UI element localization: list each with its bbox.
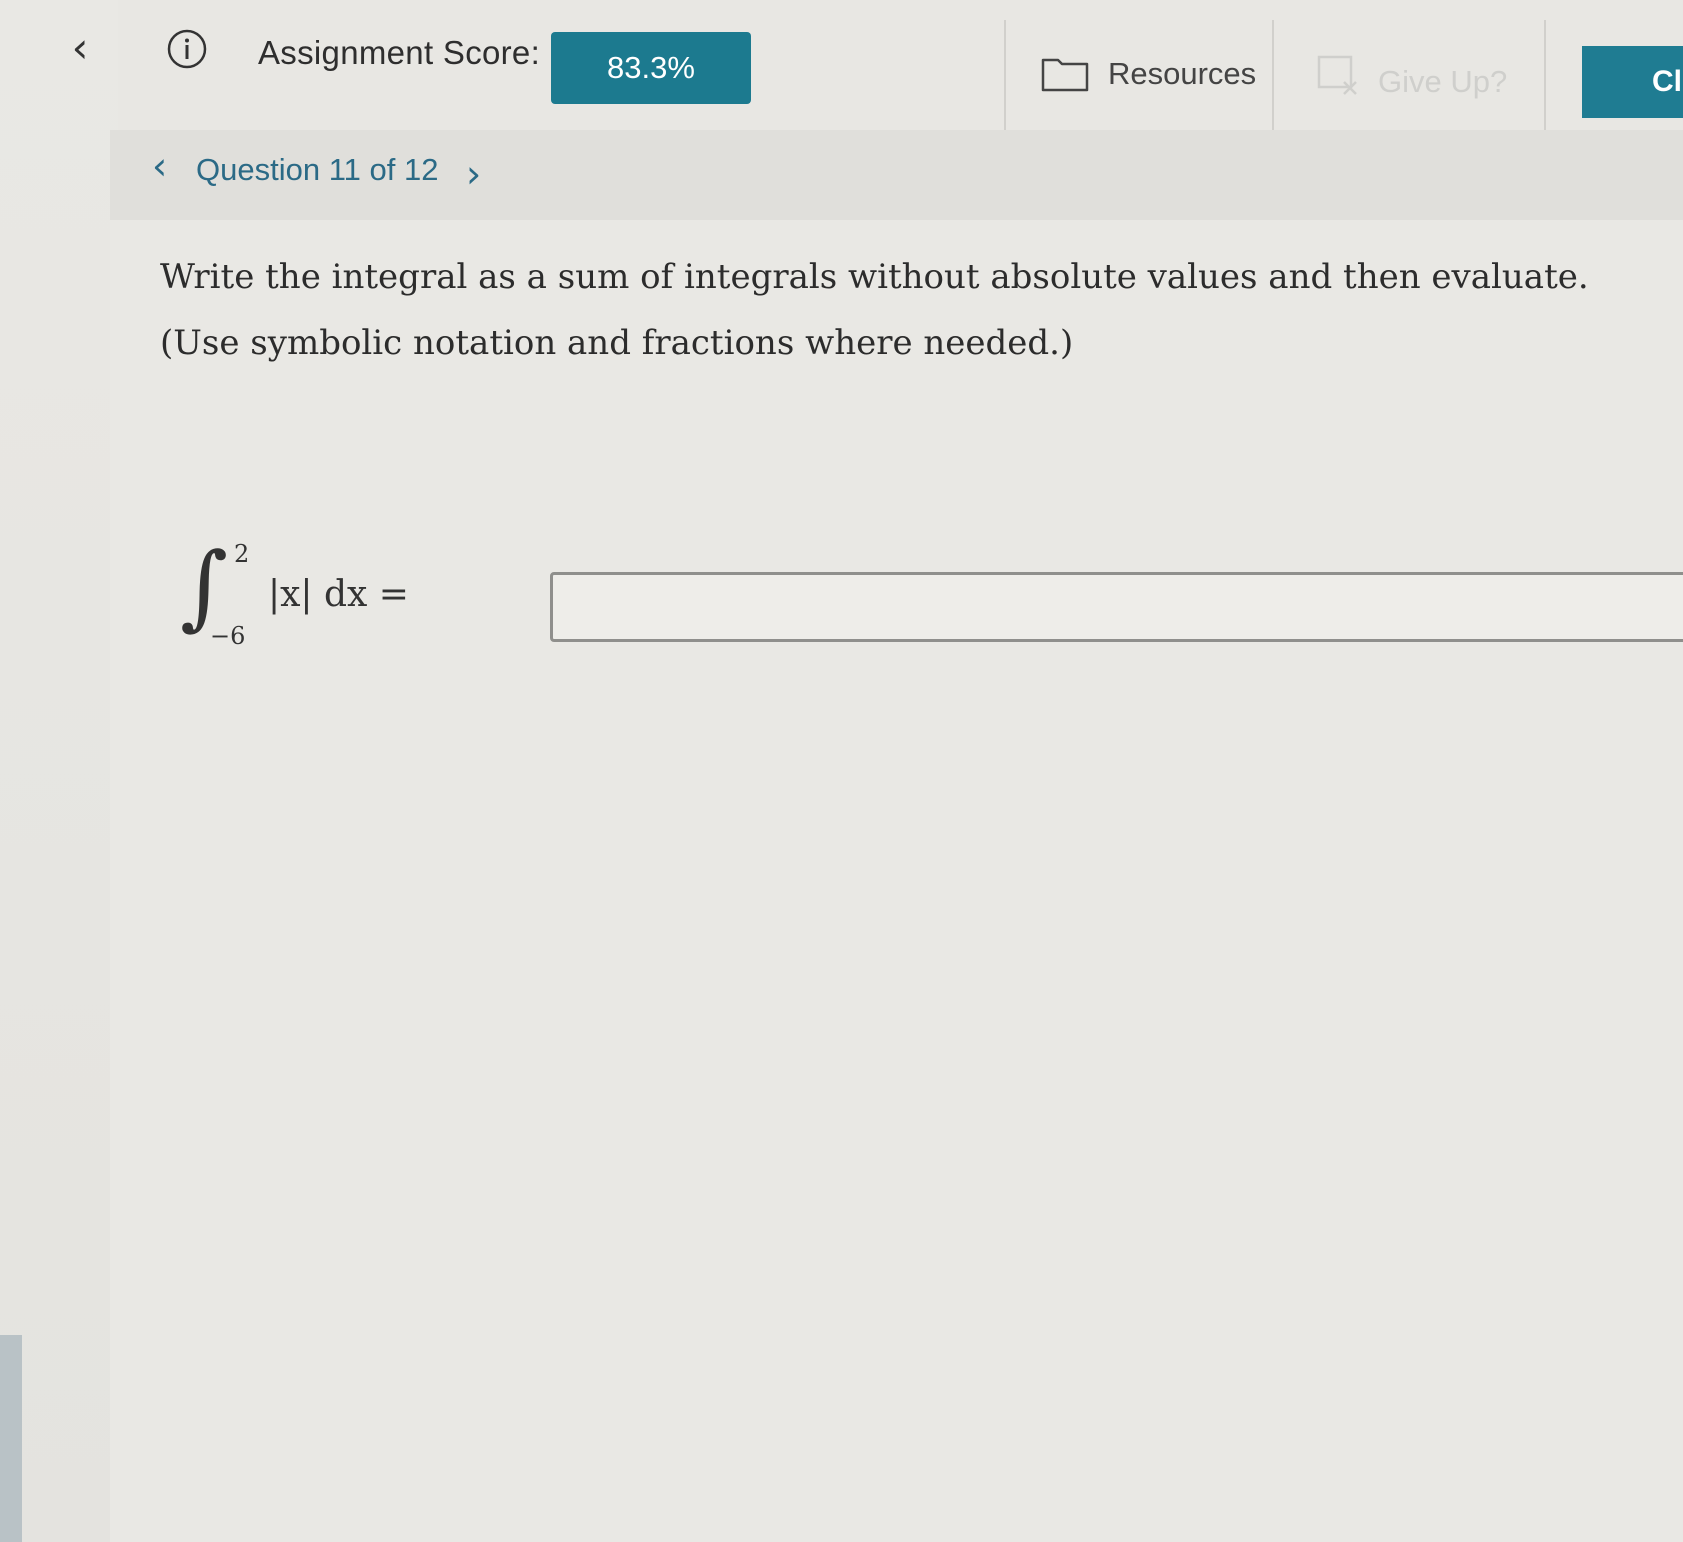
question-content: Write the integral as a sum of integrals… xyxy=(110,220,1683,1542)
integrand: |x| dx = xyxy=(268,574,409,615)
assignment-score-label: Assignment Score: xyxy=(258,34,541,71)
assignment-score-badge: 83.3% xyxy=(551,32,751,104)
info-circle-icon[interactable] xyxy=(166,28,207,69)
give-up-label: Give Up? xyxy=(1378,64,1508,99)
toolbar-divider xyxy=(1272,20,1274,132)
chevron-left-icon[interactable]: ‹ xyxy=(60,27,100,69)
left-rail xyxy=(0,0,119,1542)
resources-label: Resources xyxy=(1108,56,1257,91)
folder-icon xyxy=(1040,54,1090,94)
integral-lower-limit: −6 xyxy=(210,622,246,650)
chevron-left-icon[interactable]: ‹ xyxy=(152,144,167,188)
answer-input[interactable] xyxy=(550,572,1683,642)
check-answer-button[interactable]: Cl xyxy=(1582,46,1683,118)
rail-accent xyxy=(0,1335,22,1542)
question-navigation: ‹ Question 11 of 12 › xyxy=(110,130,1683,220)
toolbar-divider xyxy=(1544,20,1546,132)
question-prompt: Write the integral as a sum of integrals… xyxy=(160,244,1589,376)
top-toolbar: Assignment Score: 83.3% Resources Give U… xyxy=(118,0,1683,132)
toolbar-divider xyxy=(1004,20,1006,132)
prompt-line-1: Write the integral as a sum of integrals… xyxy=(160,257,1589,297)
chevron-right-icon[interactable]: › xyxy=(466,152,481,196)
question-counter: Question 11 of 12 xyxy=(196,152,439,187)
prompt-line-2: (Use symbolic notation and fractions whe… xyxy=(160,323,1074,363)
integral-upper-limit: 2 xyxy=(234,540,250,568)
integral-expression: ∫ 2 −6 |x| dx = xyxy=(180,533,510,650)
give-up-icon xyxy=(1316,54,1362,98)
